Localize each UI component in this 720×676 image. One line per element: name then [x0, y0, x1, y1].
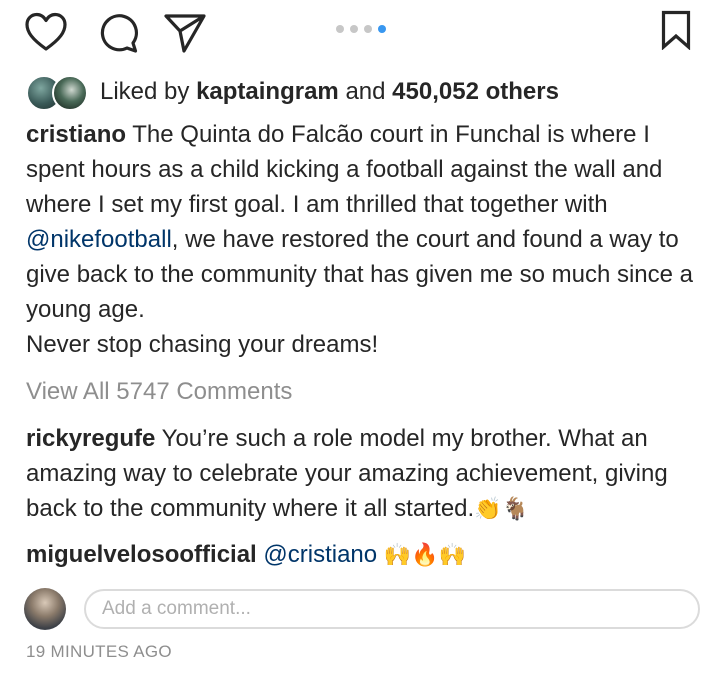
likes-prefix: Liked by [100, 78, 190, 105]
likes-summary: Liked by kaptaingram and 450,052 others [26, 74, 559, 111]
liker-avatars [26, 75, 88, 111]
caption-username[interactable]: cristiano [26, 121, 126, 148]
comment-button[interactable] [97, 12, 139, 54]
comment-emoji: 🙌🔥🙌 [383, 543, 466, 568]
comment-emoji: 👏🐐 [474, 497, 529, 522]
paper-plane-icon [164, 14, 206, 53]
likes-count[interactable]: 450,052 others [392, 78, 559, 106]
comment-username[interactable]: rickyregufe [26, 425, 155, 452]
carousel-dot [364, 25, 372, 33]
comment-username[interactable]: miguelvelosoofficial [26, 541, 257, 568]
comment-mention[interactable]: @cristiano [263, 541, 377, 568]
comment-item: rickyregufe You’re such a role model my … [26, 421, 706, 527]
caption-mention[interactable]: @nikefootball [26, 226, 172, 253]
post-caption: cristiano The Quinta do Falcão court in … [26, 117, 706, 362]
comment-item: miguelvelosoofficial @cristiano 🙌🔥🙌 [26, 537, 706, 573]
speech-bubble-icon [100, 14, 138, 53]
save-button[interactable] [661, 10, 691, 50]
likes-conjunction: and [345, 78, 386, 105]
caption-paragraph: cristiano The Quinta do Falcão court in … [26, 117, 706, 327]
heart-icon [25, 12, 67, 51]
like-button[interactable] [24, 12, 68, 52]
post-timestamp: 19 MINUTES AGO [26, 642, 172, 661]
view-all-comments-link[interactable]: View All 5747 Comments [26, 374, 292, 410]
share-button[interactable] [163, 12, 207, 54]
add-comment-input[interactable] [84, 589, 700, 629]
caption-last-line: Never stop chasing your dreams! [26, 331, 379, 358]
avatar[interactable] [52, 75, 88, 111]
carousel-dot-active [378, 25, 386, 33]
bookmark-icon [661, 10, 691, 50]
liker-username[interactable]: kaptaingram [196, 78, 339, 106]
carousel-dot [336, 25, 344, 33]
carousel-indicator [336, 25, 386, 33]
current-user-avatar [24, 588, 66, 630]
carousel-dot [350, 25, 358, 33]
add-comment-row [24, 588, 700, 630]
